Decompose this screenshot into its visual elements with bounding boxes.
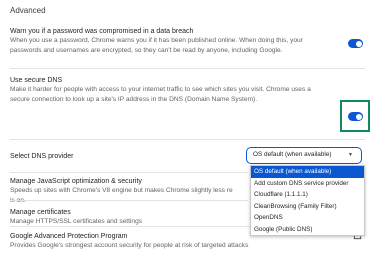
chevron-down-icon: ▼ xyxy=(348,152,353,158)
dns-option-cleanbrowsing[interactable]: CleanBrowsing (Family Filter) xyxy=(251,201,364,213)
breach-warning-row: Warn you if a password was compromised i… xyxy=(10,27,365,55)
toggle-knob xyxy=(355,40,362,47)
dns-provider-dropdown: OS default (when available) Add custom D… xyxy=(250,165,365,236)
manage-certificates-title: Manage certificates xyxy=(10,209,71,216)
breach-warning-title: Warn you if a password was compromised i… xyxy=(10,28,194,35)
divider xyxy=(10,200,248,201)
js-optimization-desc-line1: Speeds up sites with Chrome's V8 engine … xyxy=(10,187,233,194)
secure-dns-desc-line1: Make it harder for people with access to… xyxy=(10,86,311,93)
advanced-protection-desc: Provides Google's strongest account secu… xyxy=(10,242,249,249)
dns-provider-label: Select DNS provider xyxy=(10,153,74,160)
section-title: Advanced xyxy=(10,6,46,15)
breach-warning-toggle[interactable] xyxy=(348,39,363,48)
dns-provider-selected-value: OS default (when available) xyxy=(253,151,332,158)
divider xyxy=(10,139,365,140)
secure-dns-title: Use secure DNS xyxy=(10,77,63,84)
dns-option-google[interactable]: Google (Public DNS) xyxy=(251,224,364,236)
dns-option-os-default[interactable]: OS default (when available) xyxy=(251,166,364,178)
breach-warning-desc-line2: passwords and usernames are encrypted, s… xyxy=(10,46,283,54)
toggle-knob xyxy=(355,113,362,120)
js-optimization-title: Manage JavaScript optimization & securit… xyxy=(10,178,142,185)
divider xyxy=(10,172,248,173)
dns-option-opendns[interactable]: OpenDNS xyxy=(251,212,364,224)
dns-provider-select[interactable]: OS default (when available) ▼ xyxy=(246,147,362,164)
breach-warning-desc-line1: When you use a password, Chrome warns yo… xyxy=(10,37,303,44)
secure-dns-desc-line2: secure connection to look up a site's IP… xyxy=(10,95,258,103)
secure-dns-toggle[interactable] xyxy=(348,112,363,121)
secure-dns-row: Use secure DNS Make it harder for people… xyxy=(10,76,365,104)
manage-certificates-row[interactable]: Manage certificates Manage HTTPS/SSL cer… xyxy=(10,208,250,227)
dns-option-custom[interactable]: Add custom DNS service provider xyxy=(251,178,364,190)
divider xyxy=(10,68,365,69)
dns-option-cloudflare[interactable]: Cloudflare (1.1.1.1) xyxy=(251,189,364,201)
